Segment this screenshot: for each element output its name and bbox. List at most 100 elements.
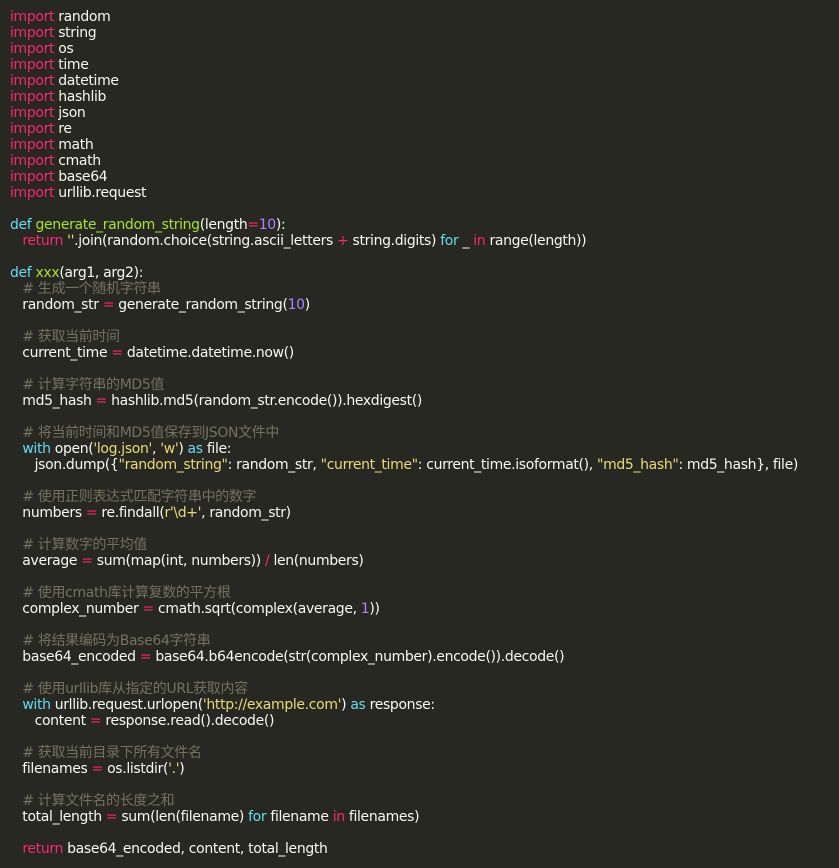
code-line: return base64_encoded, content, total_le… xyxy=(10,841,835,857)
token-code-text: datetime.datetime.now() xyxy=(122,345,294,361)
token-definition-keyword: for xyxy=(440,233,459,249)
token-keyword: in xyxy=(332,809,345,825)
code-line: # 计算数字的平均值 xyxy=(10,537,835,553)
token-number-literal: 10 xyxy=(258,217,276,233)
token-code-text: total_length xyxy=(10,809,106,825)
token-definition-keyword: as xyxy=(187,441,204,457)
token-code-text xyxy=(10,841,22,857)
token-keyword: import xyxy=(10,89,55,105)
code-line: # 生成一个随机字符串 xyxy=(10,281,835,297)
code-line: base64_encoded = base64.b64encode(str(co… xyxy=(10,649,835,665)
token-operator: = xyxy=(89,713,102,729)
token-comment: # 生成一个随机字符串 xyxy=(22,281,161,297)
code-line: # 计算字符串的MD5值 xyxy=(10,377,835,393)
token-keyword: import xyxy=(10,25,55,41)
token-function-name: generate_random_string xyxy=(35,217,201,233)
token-code-text: average xyxy=(10,553,82,569)
token-string-literal: "random_string" xyxy=(118,457,228,473)
token-code-text: filename xyxy=(266,809,333,825)
token-code-text: ) xyxy=(341,697,351,713)
code-line: import random xyxy=(10,9,835,25)
code-line: import json xyxy=(10,105,835,121)
token-code-text: urllib.request.urlopen( xyxy=(50,697,204,713)
code-line: with open('log.json', 'w') as file: xyxy=(10,441,835,457)
token-operator: = xyxy=(91,761,104,777)
token-code-text: time xyxy=(54,57,89,73)
token-keyword: import xyxy=(10,169,55,185)
token-code-text: base64_encoded, content, total_length xyxy=(63,841,328,857)
token-code-text: base64 xyxy=(54,169,108,185)
token-code-text xyxy=(10,377,22,393)
token-code-text: filenames) xyxy=(344,809,420,825)
token-code-text: random_str xyxy=(10,297,103,313)
token-code-text: range(length)) xyxy=(485,233,587,249)
token-comment: # 使用正则表达式匹配字符串中的数字 xyxy=(22,489,257,505)
token-operator: = xyxy=(81,553,93,569)
token-operator: = xyxy=(247,217,259,233)
code-line: total_length = sum(len(filename) for fil… xyxy=(10,809,835,825)
code-editor[interactable]: import random import string import os impor… xyxy=(10,9,835,857)
token-keyword: return xyxy=(22,841,64,857)
token-code-text xyxy=(10,793,22,809)
token-code-text: ) xyxy=(178,441,188,457)
token-code-text: os.listdir( xyxy=(102,761,169,777)
token-string-literal: r'\d+' xyxy=(164,505,202,521)
token-definition-keyword: def xyxy=(10,217,32,233)
token-comment: # 计算数字的平均值 xyxy=(22,537,147,553)
code-line: json.dump({"random_string": random_str, … xyxy=(10,457,835,473)
token-code-text: json xyxy=(54,105,86,121)
code-line: # 使用cmath库计算复数的平方根 xyxy=(10,585,835,601)
token-keyword: import xyxy=(10,57,55,73)
code-line: # 使用urllib库从指定的URL获取内容 xyxy=(10,681,835,697)
code-line: import hashlib xyxy=(10,89,835,105)
token-keyword: in xyxy=(473,233,486,249)
token-code-text: json.dump({ xyxy=(10,457,119,473)
token-code-text: ) xyxy=(304,297,310,313)
token-keyword: import xyxy=(10,121,55,137)
code-line: import os xyxy=(10,41,835,57)
code-line: current_time = datetime.datetime.now() xyxy=(10,345,835,361)
token-definition-keyword: as xyxy=(350,697,366,713)
token-string-literal: 'w' xyxy=(160,441,179,457)
code-line: import urllib.request xyxy=(10,185,835,201)
token-code-text: )) xyxy=(369,601,380,617)
code-line: import string xyxy=(10,25,835,41)
token-definition-keyword: def xyxy=(10,265,32,281)
token-code-text: , xyxy=(152,441,161,457)
token-definition-keyword: with xyxy=(22,697,51,713)
token-keyword: import xyxy=(10,185,55,201)
token-keyword: import xyxy=(10,41,55,57)
code-line: def xxx(arg1, arg2): xyxy=(10,265,835,281)
token-keyword: import xyxy=(10,105,55,121)
code-line: filenames = os.listdir('.') xyxy=(10,761,835,777)
token-comment: # 使用urllib库从指定的URL获取内容 xyxy=(22,681,248,697)
token-code-text xyxy=(10,281,22,297)
token-code-text: : md5_hash}, file) xyxy=(678,457,798,473)
token-code-text: _ xyxy=(458,233,474,249)
token-number-literal: 10 xyxy=(287,297,305,313)
token-operator: = xyxy=(142,601,154,617)
code-line: content = response.read().decode() xyxy=(10,713,835,729)
token-code-text: urllib.request xyxy=(54,185,147,201)
code-line: # 获取当前目录下所有文件名 xyxy=(10,745,835,761)
token-code-text: response: xyxy=(365,697,436,713)
token-code-text: os xyxy=(54,41,74,57)
code-line: # 计算文件名的长度之和 xyxy=(10,793,835,809)
token-string-literal: "current_time" xyxy=(320,457,418,473)
token-code-text: , random_str) xyxy=(201,505,291,521)
code-line: return ''.join(random.choice(string.asci… xyxy=(10,233,835,249)
token-code-text: string.digits) xyxy=(348,233,441,249)
token-code-text xyxy=(10,329,22,345)
token-code-text: content xyxy=(10,713,90,729)
token-function-name: xxx xyxy=(35,265,60,281)
token-operator: = xyxy=(105,809,118,825)
token-code-text: base64_encoded xyxy=(10,649,140,665)
token-code-text: base64.b64encode(str(complex_number).enc… xyxy=(151,649,565,665)
code-line: numbers = re.findall(r'\d+', random_str) xyxy=(10,505,835,521)
